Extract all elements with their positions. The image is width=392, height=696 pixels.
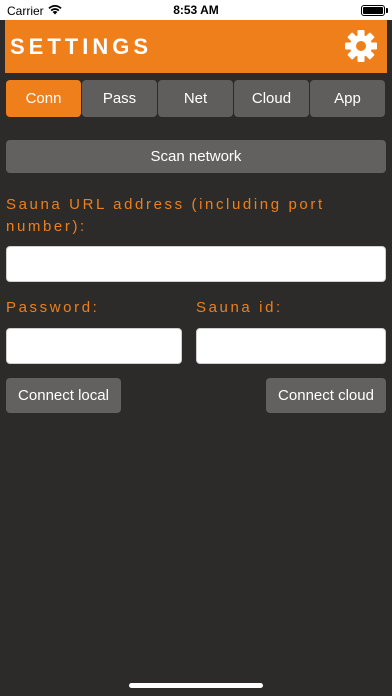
battery-icon	[361, 5, 385, 16]
connect-cloud-button[interactable]: Connect cloud	[266, 378, 386, 413]
battery-tip	[386, 8, 388, 13]
tab-conn[interactable]: Conn	[6, 80, 81, 117]
tab-cloud[interactable]: Cloud	[234, 80, 309, 117]
tab-pass[interactable]: Pass	[82, 80, 157, 117]
sauna-url-label: Sauna URL address (including port number…	[6, 196, 325, 235]
sauna-url-input[interactable]	[6, 246, 386, 282]
status-time: 8:53 AM	[173, 3, 219, 17]
scan-network-button[interactable]: Scan network	[6, 140, 386, 173]
sauna-id-label: Sauna id:	[196, 299, 283, 316]
home-indicator[interactable]	[129, 683, 263, 688]
tab-net[interactable]: Net	[158, 80, 233, 117]
page-title: SETTINGS	[10, 34, 153, 59]
password-label: Password:	[6, 299, 100, 316]
gear-icon[interactable]	[344, 29, 378, 63]
status-bar: Carrier 8:53 AM	[0, 0, 392, 20]
settings-tabs: Conn Pass Net Cloud App	[6, 80, 386, 117]
tab-app[interactable]: App	[310, 80, 385, 117]
password-input[interactable]	[6, 328, 182, 364]
settings-header: SETTINGS	[5, 20, 387, 73]
sauna-id-input[interactable]	[196, 328, 386, 364]
connect-local-button[interactable]: Connect local	[6, 378, 121, 413]
